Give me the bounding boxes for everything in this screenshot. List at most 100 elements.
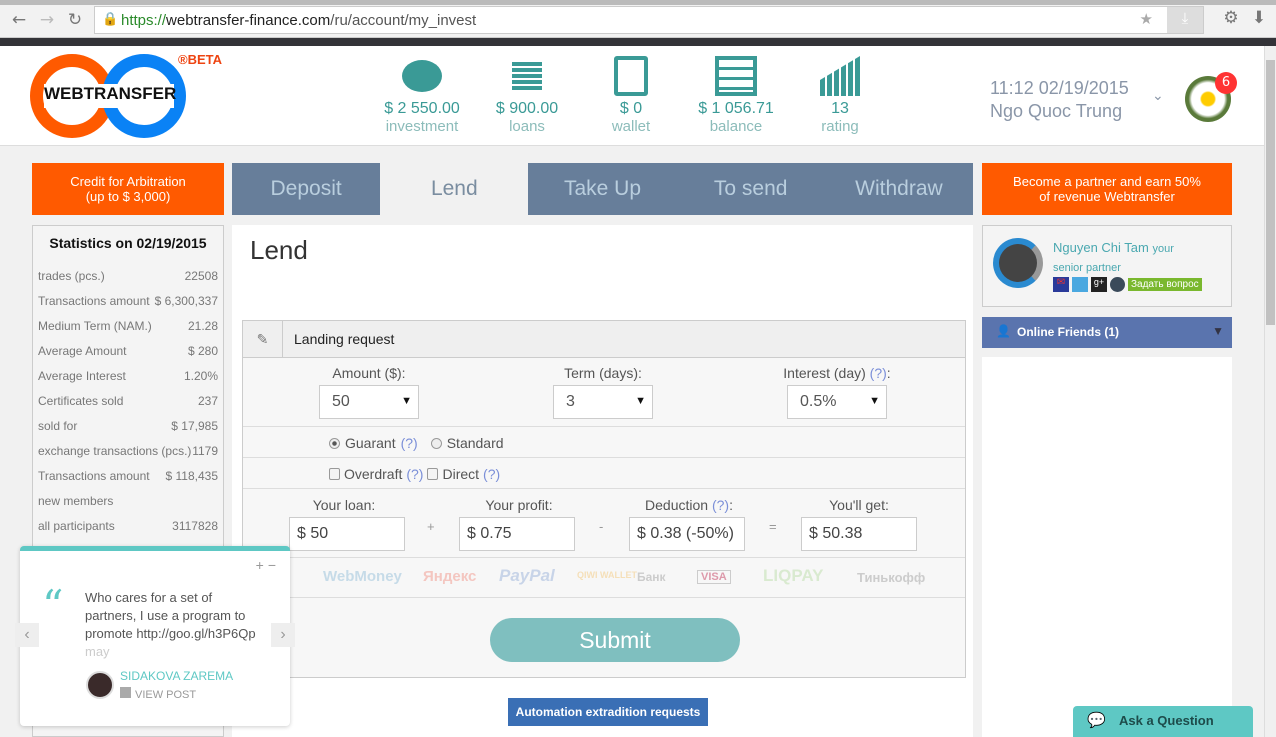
deduction-label: Deduction [645,497,709,513]
liqpay-logo: LIQPAY [763,566,824,585]
stat-label: wallet [611,118,651,135]
guarant-radio[interactable] [329,437,340,449]
payment-methods: WebMoney Яндекс PayPal QIWI WALLET Банк … [243,557,965,597]
partner-name[interactable]: Nguyen Chi Tam [1053,240,1149,255]
browser-toolbar: ← → ↻ 🔒 https://webtransfer-finance.com/… [0,0,1276,38]
chevron-down-icon[interactable]: ⌄ [1152,88,1164,104]
stat-row-value: 1179 [192,444,218,458]
chat-icon[interactable] [1110,277,1125,292]
credit-arbitration-button[interactable]: Credit for Arbitration (up to $ 3,000) [32,163,224,215]
stat-row-value: $ 6,300,337 [154,294,218,308]
dropdown-arrow-icon: ▼ [401,395,412,407]
tab-lend[interactable]: Lend [380,163,529,215]
back-icon[interactable]: ← [8,10,30,30]
online-friends-bar[interactable]: 👤 Online Friends (1) ▼ [982,317,1232,348]
next-arrow-icon[interactable]: › [271,623,295,647]
reload-icon[interactable]: ↻ [64,10,86,30]
equals-sign: = [769,519,777,534]
term-select[interactable]: 3 ▼ [553,385,653,419]
view-post-link[interactable]: VIEW POST [135,689,196,701]
profit-field[interactable]: $ 0.75 [459,517,575,551]
expand-button[interactable]: + [256,557,268,573]
loan-field[interactable]: $ 50 [289,517,405,551]
collapse-triangle-icon[interactable]: ▼ [1212,324,1224,338]
tab-take-up[interactable]: Take Up [528,163,676,215]
stat-row: Transactions amount $ 118,435 [33,469,223,494]
downloads-icon[interactable]: ⬇ [1248,8,1270,28]
direct-checkbox[interactable] [427,468,439,480]
author-avatar [86,671,114,699]
user-name[interactable]: Ngo Quoc Trung [990,101,1122,122]
tab-deposit[interactable]: Deposit [232,163,380,215]
help-link[interactable]: (?) [406,466,423,482]
stat-row-label: Medium Term (NAM.) [38,319,152,333]
prev-arrow-icon[interactable]: ‹ [15,623,39,647]
help-link[interactable]: (?) [712,497,729,513]
visa-mastercard-logo: VISA [697,570,731,584]
stat-row: Average Amount $ 280 [33,344,223,369]
overdraft-checkbox[interactable] [329,468,340,480]
help-link[interactable]: (?) [483,466,500,482]
guarant-label: Guarant [345,435,396,451]
scrollbar-thumb[interactable] [1266,60,1275,325]
automation-requests-button[interactable]: Automation extradition requests [508,698,708,726]
help-link[interactable]: (?) [870,365,887,381]
minimize-button[interactable]: − [268,557,280,573]
yandex-logo: Яндекс [423,568,477,585]
stat-row-label: trades (pcs.) [38,269,105,283]
logo-text: WEBTRANSFER [44,84,176,108]
tab-withdraw[interactable]: Withdraw [825,163,973,215]
term-label: Term (days): [564,365,642,381]
standard-radio[interactable] [430,437,442,449]
help-link[interactable]: (?) [401,435,418,451]
notification-badge[interactable]: 6 [1215,72,1237,94]
partner-role: senior partner [1053,262,1121,274]
testimonial-link[interactable]: http://goo.gl/h3P6Qp [136,626,255,641]
stat-loans[interactable]: $ 900.00 loans [477,52,577,135]
piggy-bank-icon [372,52,472,100]
type-row: Guarant (?) Standard [243,426,965,458]
partner-avatar[interactable] [993,238,1043,288]
stat-row-value: 21.28 [187,319,218,333]
options-row: Overdraft (?) Direct (?) [243,457,965,489]
extension-gear-icon[interactable]: ⚙ [1220,8,1242,28]
stat-row-label: Transactions amount [38,469,150,483]
coins-icon [477,52,577,100]
amount-select[interactable]: 50 ▼ [319,385,419,419]
tab-to-send[interactable]: To send [677,163,825,215]
interest-select[interactable]: 0.5% ▼ [787,385,887,419]
ask-question-button[interactable]: 💬 Ask a Question [1073,706,1253,737]
stat-row: Certificates sold 237 [33,394,223,419]
deduction-field[interactable]: $ 0.38 (-50%) [629,517,745,551]
bookmark-star-icon[interactable]: ★ [1140,10,1153,28]
author-name[interactable]: SIDAKOVA ZAREMA [120,669,233,683]
beta-badge: ®BETA [178,52,223,67]
statistics-title: Statistics on 02/19/2015 [49,235,207,251]
submit-button[interactable]: Submit [490,618,740,662]
profit-label: Your profit: [485,497,553,513]
testimonial-widget: +− “ Who cares for a set of partners, I … [15,546,295,726]
logo[interactable]: WEBTRANSFER ®BETA [30,52,222,138]
form-header: ✎ Landing request [243,321,965,358]
google-plus-icon[interactable]: g+ [1091,277,1107,292]
download-icon[interactable]: ⤓ [1167,7,1203,33]
calculation-row: Your loan: $ 50 + Your profit: $ 0.75 - … [243,488,965,558]
stat-row-value: $ 17,985 [171,419,218,433]
stat-rating[interactable]: 13 rating [790,52,890,135]
amount-value: 50 [332,393,350,410]
stat-investment[interactable]: $ 2 550.00 investment [372,52,472,135]
promo-line: Become a partner and earn 50% [1013,174,1201,189]
address-bar[interactable]: 🔒 https://webtransfer-finance.com/ru/acc… [94,6,1204,34]
stat-wallet[interactable]: $ 0 wallet [581,52,681,135]
promo-line: (up to $ 3,000) [85,189,171,204]
ask-partner-button[interactable]: Задать вопрос [1128,278,1202,291]
stat-balance[interactable]: $ 1 056.71 balance [686,52,786,135]
become-partner-button[interactable]: Become a partner and earn 50% of revenue … [982,163,1232,215]
get-field[interactable]: $ 50.38 [801,517,917,551]
mail-icon[interactable]: ✉ [1053,277,1069,292]
url-host: webtransfer-finance.com [166,12,331,29]
top-bar [0,38,1276,46]
speech-bubble-icon: 💬 [1087,712,1106,729]
forward-icon[interactable]: → [36,10,58,30]
twitter-icon[interactable] [1072,277,1088,292]
